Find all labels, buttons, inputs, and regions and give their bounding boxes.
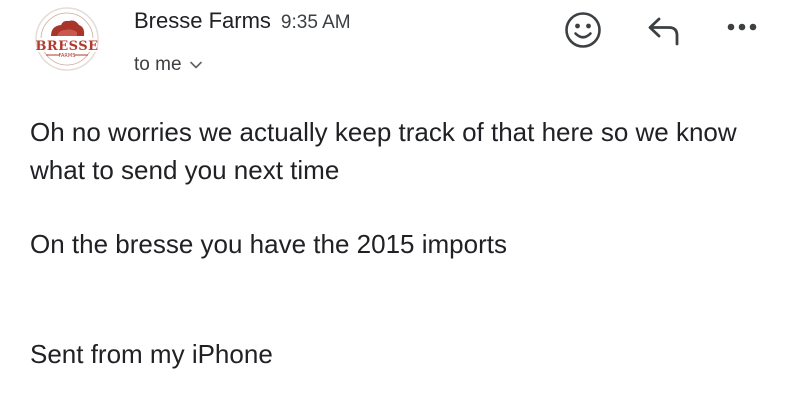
message-time: 9:35 AM [280,12,351,33]
sender-avatar[interactable]: BRESSE FARMS [27,6,107,72]
sender-name[interactable]: Bresse Farms [134,8,271,34]
more-dots-icon [727,23,757,31]
reply-arrow-icon [648,17,679,46]
chevron-down-icon [189,61,202,69]
bresse-farms-logo: BRESSE FARMS [35,7,99,71]
svg-text:FARMS: FARMS [59,53,76,59]
reply-button[interactable] [645,14,683,48]
message-paragraph: On the bresse you have the 2015 imports [30,229,507,259]
message-paragraph: Oh no worries we actually keep track of … [30,117,737,185]
sender-line: Bresse Farms 9:35 AM [134,8,351,34]
recipient-details-toggle[interactable]: to me [134,54,202,76]
more-options-button[interactable] [724,20,760,34]
message-signature: Sent from my iPhone [30,339,273,369]
recipient-label: to me [134,54,182,75]
smiley-face-icon [565,12,601,48]
svg-text:BRESSE: BRESSE [35,39,98,54]
add-reaction-button[interactable] [563,10,603,50]
